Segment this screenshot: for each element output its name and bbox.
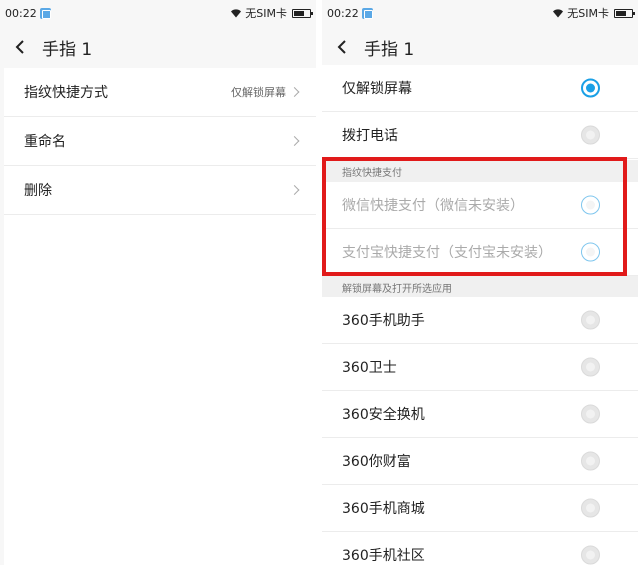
app-360-switch[interactable]: 360安全换机 [322, 391, 638, 438]
row-label: 重命名 [24, 134, 66, 150]
sync-icon [39, 7, 51, 19]
status-time: 00:22 [5, 6, 37, 20]
status-bar: 00:22 无SIM卡 [322, 0, 638, 26]
battery-icon [614, 8, 635, 18]
payment-options: 微信快捷支付（微信未安装） 支付宝快捷支付（支付宝未安装） [322, 182, 638, 276]
chevron-right-icon [289, 136, 300, 146]
payment-section-header: 指纹快捷支付 [322, 160, 638, 182]
option-wechat-pay: 微信快捷支付（微信未安装） [322, 182, 638, 229]
row-rename[interactable]: 重命名 [4, 117, 316, 166]
chevron-right-icon [289, 87, 300, 97]
title-bar: 手指 1 [0, 26, 316, 68]
row-delete[interactable]: 删除 [4, 166, 316, 215]
radio-icon[interactable] [581, 545, 600, 565]
row-label: 删除 [24, 183, 52, 199]
app-label: 360卫士 [342, 360, 397, 376]
status-time: 00:22 [327, 6, 359, 20]
left-screen: 00:22 无SIM卡 手指 1 指纹快捷方式 仅解锁屏幕 重命名 删除 [0, 0, 316, 565]
row-label: 指纹快捷方式 [24, 85, 108, 101]
radio-icon[interactable] [581, 498, 600, 518]
back-icon[interactable] [322, 26, 362, 68]
radio-selected-icon[interactable] [581, 78, 600, 98]
radio-icon[interactable] [581, 357, 600, 377]
status-right: 无SIM卡 [230, 5, 313, 21]
app-options: 360手机助手 360卫士 360安全换机 360你财富 360手机商城 360… [322, 297, 638, 565]
right-screen: 00:22 无SIM卡 手指 1 仅解锁屏幕 拨打电话 指纹快捷支付 微信快捷支… [322, 0, 638, 565]
battery-icon [292, 8, 313, 18]
app-label: 360手机社区 [342, 548, 425, 564]
option-label: 仅解锁屏幕 [342, 81, 412, 97]
app-360-guard[interactable]: 360卫士 [322, 344, 638, 391]
radio-icon[interactable] [581, 451, 600, 471]
app-360-assistant[interactable]: 360手机助手 [322, 297, 638, 344]
page-title: 手指 1 [364, 39, 415, 60]
app-label: 360手机商城 [342, 501, 425, 517]
radio-icon [581, 195, 600, 215]
page-title: 手指 1 [42, 39, 93, 60]
title-bar: 手指 1 [322, 26, 638, 68]
app-360-wealth[interactable]: 360你财富 [322, 438, 638, 485]
shortcut-options: 仅解锁屏幕 拨打电话 [322, 65, 638, 160]
wifi-icon [231, 9, 242, 18]
option-label: 拨打电话 [342, 128, 398, 144]
app-label: 360手机助手 [342, 313, 425, 329]
app-label: 360安全换机 [342, 407, 425, 423]
row-value: 仅解锁屏幕 [231, 86, 286, 99]
status-bar: 00:22 无SIM卡 [0, 0, 316, 26]
option-call[interactable]: 拨打电话 [322, 112, 638, 159]
radio-icon[interactable] [581, 310, 600, 330]
radio-icon[interactable] [581, 125, 600, 145]
settings-list: 指纹快捷方式 仅解锁屏幕 重命名 删除 [4, 68, 316, 565]
app-360-community[interactable]: 360手机社区 [322, 532, 638, 565]
sync-icon [361, 7, 373, 19]
apps-section-header: 解锁屏幕及打开所选应用 [322, 276, 638, 298]
wifi-icon [553, 9, 564, 18]
chevron-right-icon [289, 185, 300, 195]
option-alipay: 支付宝快捷支付（支付宝未安装） [322, 229, 638, 276]
option-label: 支付宝快捷支付（支付宝未安装） [342, 245, 552, 261]
option-label: 微信快捷支付（微信未安装） [342, 198, 524, 214]
app-360-mall[interactable]: 360手机商城 [322, 485, 638, 532]
carrier-label: 无SIM卡 [567, 7, 609, 20]
option-unlock-only[interactable]: 仅解锁屏幕 [322, 65, 638, 112]
back-icon[interactable] [0, 26, 40, 68]
radio-icon [581, 242, 600, 262]
app-label: 360你财富 [342, 454, 411, 470]
radio-icon[interactable] [581, 404, 600, 424]
row-fingerprint-shortcut[interactable]: 指纹快捷方式 仅解锁屏幕 [4, 68, 316, 117]
carrier-label: 无SIM卡 [245, 7, 287, 20]
status-right: 无SIM卡 [552, 5, 635, 21]
